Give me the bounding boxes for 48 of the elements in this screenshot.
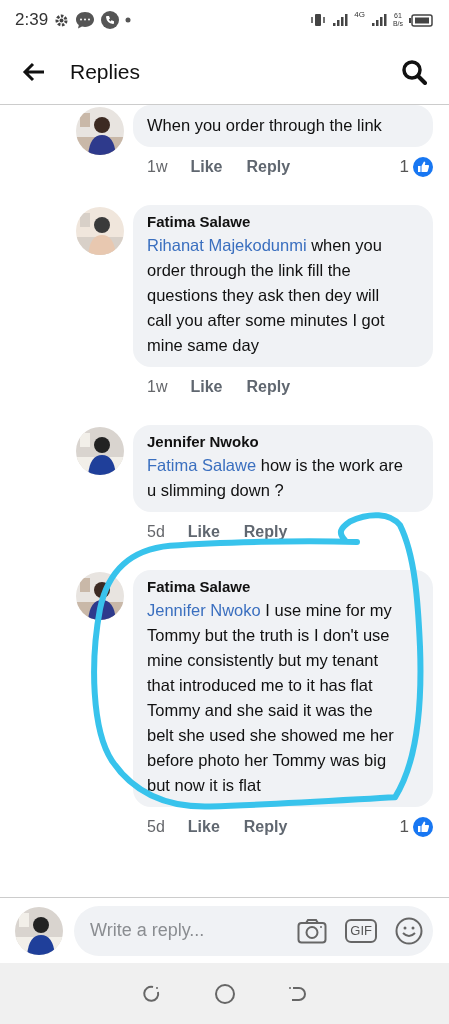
comment-time: 5d [147,818,165,836]
network-type: 4G [354,10,365,19]
comment-time: 5d [147,523,165,541]
reply-button[interactable]: Reply [243,818,288,836]
settings-icon [54,12,70,28]
signal-icon [332,13,349,27]
reply-button[interactable]: Reply [246,158,291,176]
back-button[interactable] [22,62,46,82]
emoji-icon[interactable] [395,916,423,945]
reply-button[interactable]: Reply [243,523,288,541]
comment-text: Fatima Salawe how is the work are u slimming down ? [147,455,403,501]
page-title: Replies [70,60,142,84]
like-button[interactable]: Like [187,523,220,541]
reply-button[interactable]: Reply [246,378,291,396]
vibrate-icon [310,13,327,27]
dot-icon [125,17,132,23]
back-icon[interactable] [287,984,308,1004]
mention-link[interactable]: Fatima Salawe [147,456,257,474]
phone-icon [101,11,120,29]
back-arrow-icon [22,62,46,82]
author-name[interactable]: Fatima Salawe [147,578,403,595]
reaction-count: 1 [399,817,409,837]
like-button[interactable]: Like [187,818,220,836]
like-button[interactable]: Like [190,378,223,396]
comment-text: When you order through the link [147,115,383,136]
clock: 2:39 [15,10,49,30]
reply-field[interactable]: Write a reply... GIF [74,905,433,956]
comment-time: 1w [147,378,168,396]
mention-link[interactable]: Jennifer Nwoko [147,601,261,619]
home-icon[interactable] [213,983,236,1005]
comment-text: Jennifer Nwoko I use mine for my Tommy but the truth is I don't use mine consistently but my tenant that introduced me to it has flat Tommy and she said it was the belt she used she showed me her before photo her Tommy was big but now it is flat [147,600,395,796]
author-name[interactable]: Jennifer Nwoko [147,433,403,450]
gif-button[interactable]: GIF [345,918,377,943]
like-button[interactable]: Like [190,158,223,176]
author-name[interactable]: Fatima Salawe [147,213,403,230]
thumbs-up-icon [413,157,433,177]
signal-icon [370,13,387,27]
search-button[interactable] [401,59,427,85]
thumbs-up-icon [413,817,433,837]
mention-link[interactable]: Rihanat Majekodunmi [147,236,307,254]
search-icon [401,59,427,85]
reaction-count: 1 [399,157,409,177]
chat-bubble-icon [75,11,96,29]
comment-text: Rihanat Majekodunmi when you order through the link fill the questions they ask then dey will call you after some minutes I got mine same day [147,235,386,356]
comment-time: 1w [147,158,168,176]
recent-apps-icon[interactable] [141,984,162,1004]
camera-icon[interactable] [297,917,328,944]
battery-icon [409,13,433,27]
